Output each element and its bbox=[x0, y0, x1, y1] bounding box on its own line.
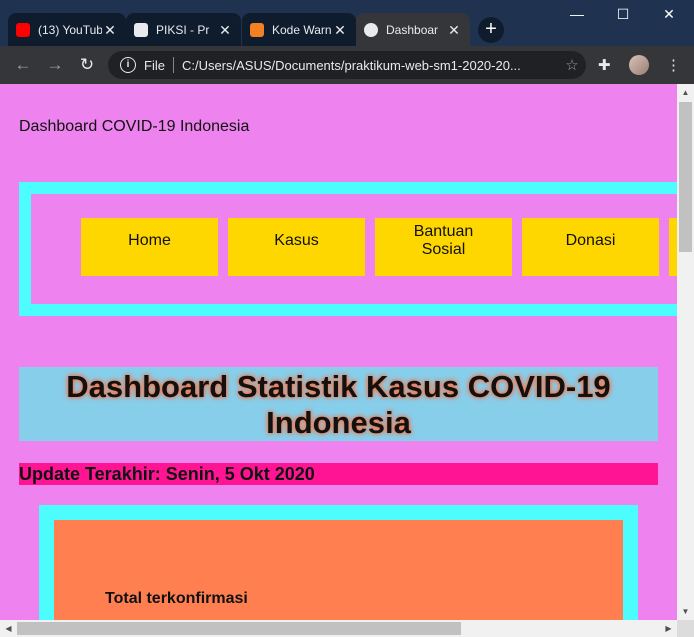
new-tab-button[interactable]: + bbox=[478, 17, 504, 43]
scrollbar-thumb[interactable] bbox=[17, 622, 461, 635]
stat-card-label: Total terkonfirmasi bbox=[105, 590, 248, 607]
scroll-up-icon[interactable]: ▲ bbox=[677, 84, 694, 101]
reload-icon[interactable]: ↻ bbox=[76, 54, 98, 76]
close-tab-icon[interactable]: ✕ bbox=[217, 22, 233, 39]
nav-item-bantuan-sosial[interactable]: Bantuan Sosial bbox=[375, 218, 512, 276]
scroll-left-icon[interactable]: ◀ bbox=[0, 620, 17, 637]
tab-title: PIKSI - Pr bbox=[156, 23, 210, 37]
browser-toolbar: ← → ↻ i File C:/Users/ASUS/Documents/pra… bbox=[0, 46, 694, 84]
menu-kebab-icon[interactable]: ⋮ bbox=[666, 56, 681, 74]
tab-title: (13) YouTube bbox=[38, 23, 102, 37]
tab-kode-warna[interactable]: Kode Warna ✕ bbox=[242, 13, 356, 47]
stat-card: Total terkonfirmasi bbox=[39, 505, 638, 637]
tab-title: Dashboar bbox=[386, 23, 439, 37]
page-title: Dashboard Statistik Kasus COVID-19 Indon… bbox=[19, 367, 658, 441]
page-heading: Dashboard COVID-19 Indonesia bbox=[19, 118, 250, 135]
url-text[interactable]: C:/Users/ASUS/Documents/praktikum-web-sm… bbox=[182, 58, 558, 73]
extensions-icon[interactable]: ✚ bbox=[598, 56, 611, 74]
close-tab-icon[interactable]: ✕ bbox=[102, 22, 118, 39]
avatar[interactable] bbox=[629, 55, 649, 75]
portrait-icon bbox=[134, 23, 148, 37]
nav-menu: Home Kasus Bantuan Sosial Donasi bbox=[19, 182, 694, 316]
tab-youtube[interactable]: (13) YouTube ✕ bbox=[8, 13, 126, 47]
vertical-scrollbar[interactable]: ▲ ▼ bbox=[677, 84, 694, 620]
info-icon[interactable]: i bbox=[120, 57, 136, 73]
url-scheme: File bbox=[144, 57, 165, 73]
tab-piksi[interactable]: PIKSI - Pr ✕ bbox=[126, 13, 241, 47]
scroll-right-icon[interactable]: ▶ bbox=[660, 620, 677, 637]
scrollbar-thumb[interactable] bbox=[679, 102, 692, 252]
back-arrow-icon[interactable]: ← bbox=[12, 54, 34, 76]
update-timestamp: Update Terakhir: Senin, 5 Okt 2020 bbox=[19, 463, 658, 485]
scroll-down-icon[interactable]: ▼ bbox=[677, 603, 694, 620]
scrollbar-corner bbox=[677, 620, 694, 637]
nav-item-kasus[interactable]: Kasus bbox=[228, 218, 365, 276]
maximize-icon[interactable]: ☐ bbox=[608, 6, 638, 23]
bookmark-star-icon[interactable]: ☆ bbox=[558, 56, 586, 74]
nav-item-home[interactable]: Home bbox=[81, 218, 218, 276]
code-icon bbox=[250, 23, 264, 37]
close-tab-icon[interactable]: ✕ bbox=[446, 22, 462, 39]
address-bar[interactable]: i File C:/Users/ASUS/Documents/praktikum… bbox=[108, 51, 586, 79]
globe-icon bbox=[364, 23, 378, 37]
tab-dashboard[interactable]: Dashboar ✕ bbox=[356, 13, 470, 47]
tab-title: Kode Warna bbox=[272, 23, 332, 37]
minimize-icon[interactable]: — bbox=[562, 6, 592, 22]
divider bbox=[172, 57, 174, 73]
close-tab-icon[interactable]: ✕ bbox=[332, 22, 348, 39]
youtube-icon bbox=[16, 23, 30, 37]
close-window-icon[interactable]: ✕ bbox=[654, 6, 684, 23]
horizontal-scrollbar[interactable]: ◀ ▶ bbox=[0, 620, 694, 637]
nav-item-label: Bantuan Sosial bbox=[413, 223, 474, 258]
nav-item-donasi[interactable]: Donasi bbox=[522, 218, 659, 276]
page-viewport: Dashboard COVID-19 Indonesia Home Kasus … bbox=[0, 84, 694, 637]
tab-strip: (13) YouTube ✕ PIKSI - Pr ✕ Kode Warna ✕… bbox=[0, 0, 694, 47]
forward-arrow-icon[interactable]: → bbox=[44, 54, 66, 76]
